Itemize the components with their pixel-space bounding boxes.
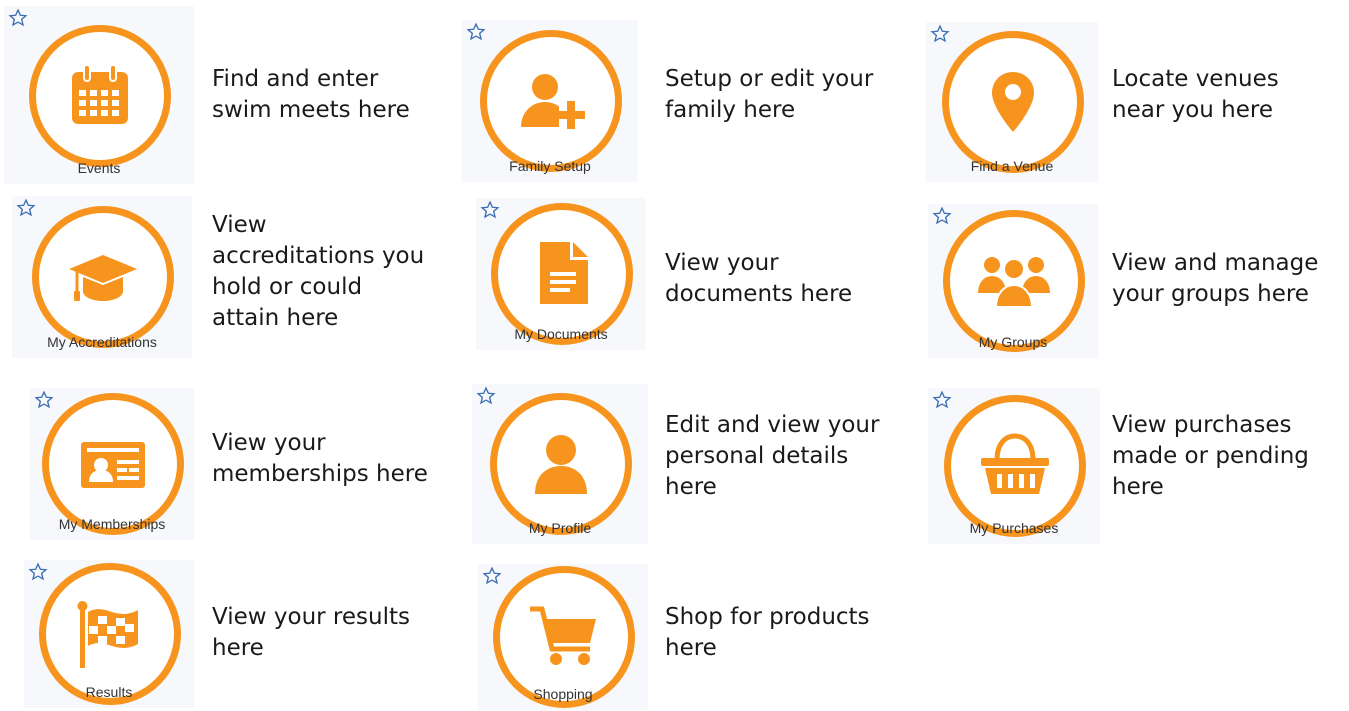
app-label: My Profile xyxy=(528,520,592,536)
add-user-icon xyxy=(521,74,585,130)
app-description-family-setup: Setup or edit your family here xyxy=(665,66,874,123)
app-label: My Memberships xyxy=(58,516,166,532)
app-label: My Purchases xyxy=(969,520,1059,536)
app-description-my-groups: View and manage your groups here xyxy=(1112,250,1319,307)
app-description-results: View your results here xyxy=(212,604,410,661)
app-tile-events[interactable]: Events xyxy=(4,6,194,184)
app-tile-my-profile[interactable]: My Profile xyxy=(472,384,648,544)
app-description-shopping: Shop for products here xyxy=(665,604,870,661)
app-icon-circle xyxy=(29,24,171,167)
shopping-basket-icon xyxy=(981,433,1049,495)
app-tile-my-groups[interactable]: My Groups xyxy=(928,204,1098,358)
app-label: Family Setup xyxy=(509,158,591,174)
app-label: My Accreditations xyxy=(47,334,157,350)
app-description-my-memberships: View your memberships here xyxy=(212,430,428,487)
app-tile-find-a-venue[interactable]: Find a Venue xyxy=(926,22,1098,182)
app-tile-results[interactable]: Results xyxy=(24,560,194,708)
app-tile-my-accreditations[interactable]: My Accreditations xyxy=(12,196,192,358)
app-tile-my-memberships[interactable]: My Memberships xyxy=(30,388,194,540)
checkered-flag-icon xyxy=(77,600,138,668)
favorite-star-icon[interactable] xyxy=(34,390,54,410)
app-icon-circle xyxy=(943,210,1085,353)
app-description-events: Find and enter swim meets here xyxy=(212,66,410,123)
app-icon-circle xyxy=(32,206,174,349)
app-description-my-purchases: View purchases made or pending here xyxy=(1112,412,1309,500)
id-card-icon xyxy=(81,442,145,489)
user-icon xyxy=(535,435,587,495)
app-icon-circle xyxy=(942,31,1084,174)
app-label: Find a Venue xyxy=(970,158,1054,174)
app-icon-circle xyxy=(491,203,633,346)
favorite-star-icon[interactable] xyxy=(28,562,48,582)
app-icon-circle xyxy=(944,395,1086,538)
document-icon xyxy=(540,242,588,305)
app-description-my-accreditations: View accreditations you hold or could at… xyxy=(212,212,425,331)
favorite-star-icon[interactable] xyxy=(8,8,28,28)
favorite-star-icon[interactable] xyxy=(932,206,952,226)
app-dashboard: { "colors": { "accent": "#f7941d", "star… xyxy=(0,0,1349,711)
favorite-star-icon[interactable] xyxy=(930,24,950,44)
favorite-star-icon[interactable] xyxy=(16,198,36,218)
graduation-cap-icon xyxy=(69,255,137,302)
app-tile-family-setup[interactable]: Family Setup xyxy=(462,20,638,182)
calendar-icon xyxy=(72,63,128,124)
app-icon-circle xyxy=(480,30,622,173)
app-description-find-a-venue: Locate venues near you here xyxy=(1112,66,1279,123)
app-tile-my-purchases[interactable]: My Purchases xyxy=(928,388,1100,544)
shopping-cart-icon xyxy=(530,606,596,665)
app-tile-my-documents[interactable]: My Documents xyxy=(476,198,646,350)
map-pin-icon xyxy=(992,72,1034,133)
favorite-star-icon[interactable] xyxy=(476,386,496,406)
app-label: My Groups xyxy=(978,334,1048,350)
favorite-star-icon[interactable] xyxy=(482,566,502,586)
app-tile-shopping[interactable]: Shopping xyxy=(478,564,648,710)
app-label: Shopping xyxy=(533,686,593,702)
app-description-my-profile: Edit and view your personal details here xyxy=(665,412,880,500)
app-label: My Documents xyxy=(514,326,608,342)
favorite-star-icon[interactable] xyxy=(932,390,952,410)
app-label: Results xyxy=(85,684,133,700)
app-icon-circle xyxy=(42,393,184,536)
favorite-star-icon[interactable] xyxy=(466,22,486,42)
app-icon-circle xyxy=(490,393,632,536)
users-group-icon xyxy=(978,257,1050,309)
app-label: Events xyxy=(77,160,121,176)
favorite-star-icon[interactable] xyxy=(480,200,500,220)
app-description-my-documents: View your documents here xyxy=(665,250,853,307)
